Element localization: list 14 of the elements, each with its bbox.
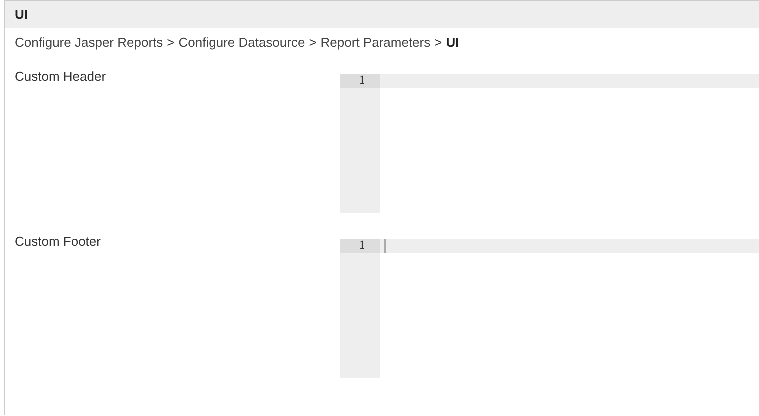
field-label: Custom Footer (14, 234, 102, 250)
breadcrumb-separator: > (434, 35, 442, 52)
code-editor[interactable]: 1 (340, 74, 759, 213)
breadcrumb-link[interactable]: Report Parameters (320, 35, 431, 55)
breadcrumb-separator: > (309, 35, 317, 52)
line-number: 1 (340, 74, 380, 88)
field-label: Custom Header (14, 69, 108, 85)
panel-title: UI (5, 1, 759, 28)
breadcrumb-link[interactable]: Configure Jasper Reports (15, 35, 164, 55)
breadcrumb-link[interactable]: Configure Datasource (178, 35, 306, 55)
breadcrumb-current: UI (446, 35, 460, 52)
code-editor[interactable]: 1 (340, 239, 759, 378)
line-number: 1 (340, 239, 380, 253)
breadcrumb-separator: > (167, 35, 175, 52)
